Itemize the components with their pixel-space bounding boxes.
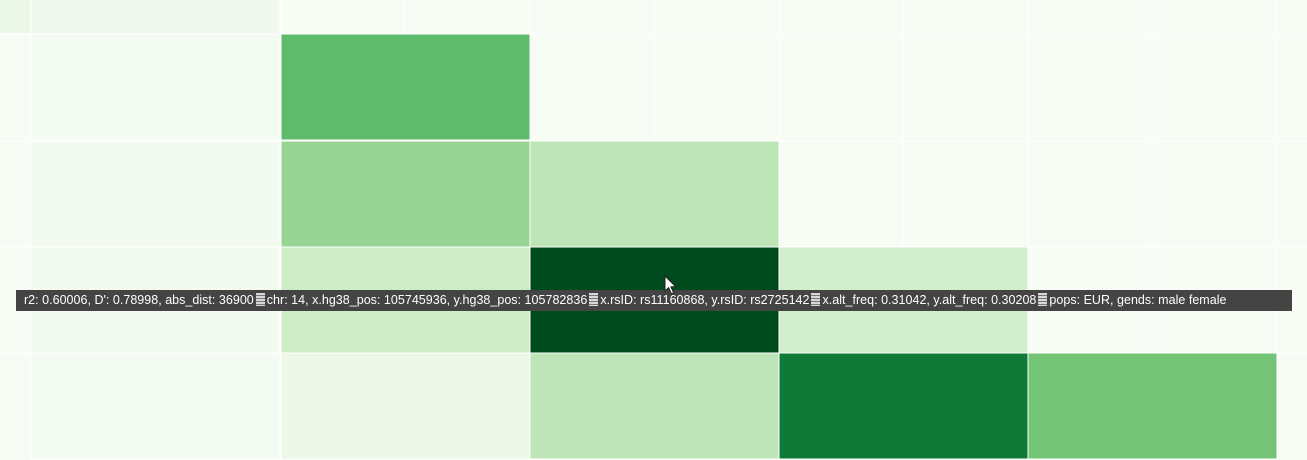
tooltip-rsid-segment: x.rsID: rs11160868, y.rsID: rs2725142 (600, 293, 810, 307)
heatmap-cell[interactable] (280, 33, 531, 141)
ld-tooltip: r2: 0.60006, D': 0.78998, abs_dist: 3690… (16, 290, 1292, 311)
heatmap-cell[interactable] (280, 140, 531, 248)
heatmap-cell[interactable] (529, 140, 780, 248)
corner-cell (0, 0, 30, 33)
arrow-pointer-icon (664, 275, 678, 295)
heatmap-cell[interactable] (280, 352, 531, 460)
separator-icon (1038, 293, 1048, 306)
ld-heatmap[interactable] (0, 0, 1307, 460)
heatmap-plot[interactable] (0, 0, 1307, 460)
heatmap-cell[interactable] (30, 0, 281, 35)
separator-icon (589, 293, 599, 306)
heatmap-cell[interactable] (1027, 352, 1278, 460)
tooltip-freq-segment: x.alt_freq: 0.31042, y.alt_freq: 0.30208 (822, 293, 1037, 307)
separator-icon (811, 293, 821, 306)
heatmap-cell[interactable] (30, 352, 281, 460)
tooltip-r2-segment: r2: 0.60006, D': 0.78998, abs_dist: 3690… (24, 293, 254, 307)
heatmap-cell[interactable] (30, 140, 281, 248)
heatmap-cell[interactable] (778, 352, 1029, 460)
separator-icon (255, 293, 265, 306)
tooltip-position-segment: chr: 14, x.hg38_pos: 105745936, y.hg38_p… (266, 293, 588, 307)
tooltip-pops-segment: pops: EUR, gends: male female (1049, 293, 1227, 307)
heatmap-cell[interactable] (30, 33, 281, 141)
heatmap-cell[interactable] (529, 352, 780, 460)
